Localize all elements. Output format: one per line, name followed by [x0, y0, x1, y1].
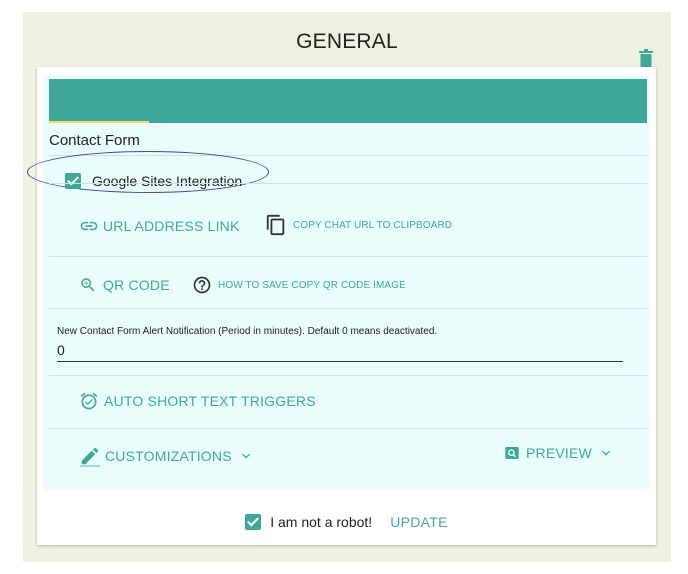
tab-contact-form[interactable] [49, 79, 149, 123]
qr-code-label: QR CODE [103, 277, 170, 293]
alert-period-label: New Contact Form Alert Notification (Per… [57, 326, 438, 337]
tab-video[interactable] [248, 79, 348, 123]
divider [49, 375, 647, 376]
zoom-in-icon [79, 276, 97, 294]
phone-icon [189, 91, 209, 111]
url-address-link-label: URL ADDRESS LINK [103, 218, 240, 234]
preview-button[interactable]: PREVIEW [504, 445, 614, 461]
card-footer: I am not a robot! UPDATE [37, 498, 656, 545]
divider [49, 155, 647, 156]
contact-form-panel: Contact Form Google Sites Integration UR… [27, 75, 649, 490]
customizations-label: CUSTOMIZATIONS [105, 448, 232, 464]
alarm-check-icon [79, 391, 99, 411]
copy-chat-url-label: COPY CHAT URL TO CLIPBOARD [293, 219, 453, 231]
page-title: GENERAL [296, 30, 398, 53]
contact-card-icon [488, 91, 508, 111]
robot-checkbox[interactable]: I am not a robot! [245, 513, 373, 530]
divider [49, 308, 647, 309]
browser-window-icon [587, 91, 607, 111]
checkbox-checked-icon[interactable] [65, 173, 81, 189]
copy-chat-url-button[interactable]: COPY CHAT URL TO CLIPBOARD [265, 214, 452, 236]
qr-code-button[interactable]: QR CODE [79, 276, 170, 294]
settings-card: Contact Form Google Sites Integration UR… [27, 67, 656, 545]
preview-search-icon [504, 445, 520, 461]
url-address-link-button[interactable]: URL ADDRESS LINK [79, 216, 240, 236]
robot-label: I am not a robot! [270, 513, 373, 530]
tab-contact-card[interactable] [448, 79, 548, 123]
google-sites-label: Google Sites Integration [92, 173, 243, 189]
tab-browser-window[interactable] [547, 79, 647, 123]
video-camera-icon [288, 91, 308, 111]
tab-phone[interactable] [149, 79, 249, 123]
update-button[interactable]: UPDATE [390, 514, 448, 530]
settings-container: GENERAL Contact Form Google Sites Integr… [23, 12, 671, 562]
pencil-icon [79, 445, 101, 467]
help-circle-icon [192, 275, 212, 295]
mail-icon [388, 91, 408, 111]
checkbox-checked-icon[interactable] [245, 513, 262, 530]
trash-icon[interactable] [639, 49, 653, 67]
chevron-down-icon [598, 445, 614, 461]
preview-label: PREVIEW [526, 445, 592, 461]
alert-period-input[interactable] [57, 340, 623, 362]
customizations-button[interactable]: CUSTOMIZATIONS [79, 445, 254, 467]
section-title: Contact Form [49, 132, 140, 149]
auto-short-text-label: AUTO SHORT TEXT TRIGGERS [104, 393, 316, 409]
auto-short-text-button[interactable]: AUTO SHORT TEXT TRIGGERS [79, 391, 316, 411]
qr-help-button[interactable]: HOW TO SAVE COPY QR CODE IMAGE [192, 275, 406, 295]
divider [49, 428, 647, 429]
link-icon [79, 216, 99, 236]
copy-icon [265, 214, 287, 236]
clipboard-icon [89, 91, 109, 111]
channel-tabs [49, 79, 647, 123]
divider [49, 256, 647, 257]
chevron-down-icon [238, 448, 254, 464]
google-sites-checkbox[interactable]: Google Sites Integration [65, 173, 242, 189]
tab-mail[interactable] [348, 79, 448, 123]
qr-help-label: HOW TO SAVE COPY QR CODE IMAGE [218, 279, 406, 291]
divider [49, 183, 647, 184]
